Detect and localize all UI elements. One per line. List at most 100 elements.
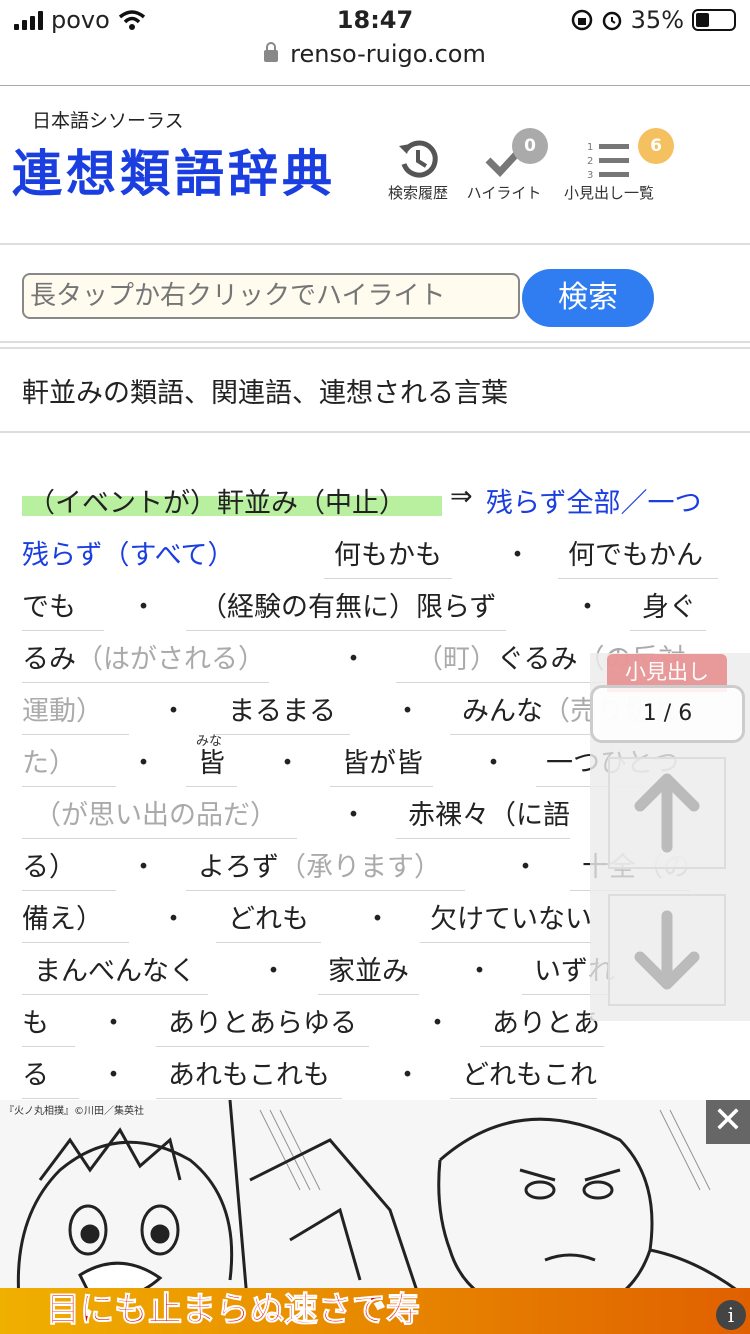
separator-dot: ・ [130,852,157,883]
word-context: （はがされる） [76,644,265,675]
word-item[interactable]: 皆が皆 [330,741,433,787]
word-text: ぐるみ [497,644,578,675]
category-link[interactable]: 残らず全部／一つ [486,481,701,526]
highlight-button[interactable]: 0 ハイライト [462,128,548,203]
search-section: 検索 [0,243,750,343]
alarm-icon [602,11,621,31]
battery-icon [692,9,736,31]
index-label: 小見出し一覧 [563,184,654,202]
highlight-count-badge: 0 [512,128,548,164]
separator-dot: ・ [424,1008,451,1039]
ad-caption: 目にも止まらぬ速さで寿 [0,1288,750,1334]
history-label: 検索履歴 [387,184,448,202]
index-button[interactable]: 1 2 3 6 小見出し一覧 [558,128,674,203]
battery-level [696,13,709,27]
word-item[interactable]: まるまる [216,689,350,735]
site-header: 日本語シソーラス 連想類語辞典 検索履歴 0 ハイライト 1 2 3 6 小見出… [0,88,750,238]
lock-icon [264,42,279,62]
separator-dot: ・ [160,696,187,727]
word-item[interactable]: るみ（はがされる） [22,637,269,683]
separator-dot: ・ [480,748,507,779]
svg-text:2: 2 [587,156,593,167]
svg-text:3: 3 [587,170,593,181]
category-link-cont[interactable]: 残らず（すべて） [22,533,235,578]
separator-dot: ・ [504,540,531,571]
separator-dot: ・ [340,644,367,675]
word-item[interactable]: 皆 [186,741,237,787]
index-count-badge: 6 [638,128,674,164]
word-item[interactable]: 家並み [318,949,419,995]
search-button[interactable]: 検索 [522,269,654,327]
separator-dot: ・ [364,904,391,935]
url-text: renso-ruigo.com [290,40,486,68]
word-item[interactable]: 身ぐ [630,585,706,631]
next-subheading-button[interactable] [608,894,726,1006]
arrow-icon: ⇒ [450,481,473,512]
word-context: （町） [416,644,497,675]
svg-text:1: 1 [587,142,593,153]
arrow-down-icon [634,910,700,990]
separator-dot: ・ [130,748,157,779]
word-text: るみ [22,644,76,675]
search-input[interactable] [22,273,520,319]
separator-dot: ・ [340,800,367,831]
separator-dot: ・ [394,696,421,727]
word-item[interactable]: でも [22,585,104,631]
history-icon [399,140,438,178]
battery-percent: 35% [630,6,684,34]
word-item[interactable]: る [22,1053,79,1099]
separator-dot: ・ [394,1060,421,1091]
word-item[interactable]: 赤裸々（に語 [396,793,570,839]
word-item[interactable]: た） [22,741,116,787]
history-button[interactable]: 検索履歴 [384,138,452,203]
ad-credit: 『火ノ丸相撲』©川田／集英社 [4,1106,144,1117]
separator-dot: ・ [100,1060,127,1091]
word-text: よろず [198,852,279,883]
separator-dot: ・ [100,1008,127,1039]
word-item[interactable]: （が思い出の品だ） [22,793,297,839]
ad-close-button[interactable]: ✕ [706,1100,750,1144]
word-item[interactable]: （経験の有無に）限らず [186,585,507,631]
separator-dot: ・ [160,904,187,935]
address-bar[interactable]: renso-ruigo.com [0,40,750,86]
word-item[interactable]: よろず（承ります） [186,845,465,891]
word-item[interactable]: どれもこれ [450,1053,597,1099]
status-right: 35% [571,6,736,34]
word-item[interactable]: 何もかも [324,533,452,579]
word-context: （承ります） [279,852,441,883]
word-item[interactable]: る） [22,845,116,891]
separator-dot: ・ [130,592,157,623]
word-item[interactable]: も [22,1001,75,1047]
word-item[interactable]: 何でもかん [558,533,718,579]
word-context: 運動） [22,696,103,727]
highlight-label: ハイライト [466,184,542,202]
word-item[interactable]: あれもこれも [156,1053,342,1099]
word-item[interactable]: 備え） [22,897,129,943]
word-context: （が思い出の品だ） [34,800,277,831]
site-logo[interactable]: 連想類語辞典 [12,134,336,206]
numbered-list-icon: 1 2 3 [587,142,629,181]
separator-dot: ・ [260,956,287,987]
word-item[interactable]: ありとあ [480,1001,604,1047]
separator-dot: ・ [512,852,539,883]
word-text: みんな [462,696,543,727]
headword[interactable]: （イベントが）軒並み（中止） [28,481,406,526]
word-item[interactable]: どれも [216,897,321,943]
separator-dot: ・ [574,592,601,623]
word-item[interactable]: 欠けていない [420,897,592,943]
arrow-up-icon [634,773,700,853]
word-item[interactable]: ありとあらゆる [156,1001,369,1047]
page-title: 軒並みの類語、関連語、連想される言葉 [0,347,750,433]
word-context: た） [22,748,76,779]
subheading-counter: 1 / 6 [590,685,745,743]
status-bar: povo 18:47 35% [0,0,750,40]
word-item[interactable]: 運動） [22,689,129,735]
separator-dot: ・ [274,748,301,779]
ad-info-icon[interactable]: i [716,1300,746,1330]
rotation-lock-icon [571,9,592,31]
separator-dot: ・ [466,956,493,987]
ad-banner[interactable]: 『火ノ丸相撲』©川田／集英社 ✕ 目にも止まらぬ速さで寿 i [0,1100,750,1334]
prev-subheading-button[interactable] [608,757,726,869]
site-subtitle: 日本語シソーラス [32,110,184,132]
word-item[interactable]: まんべんなく [22,949,208,995]
